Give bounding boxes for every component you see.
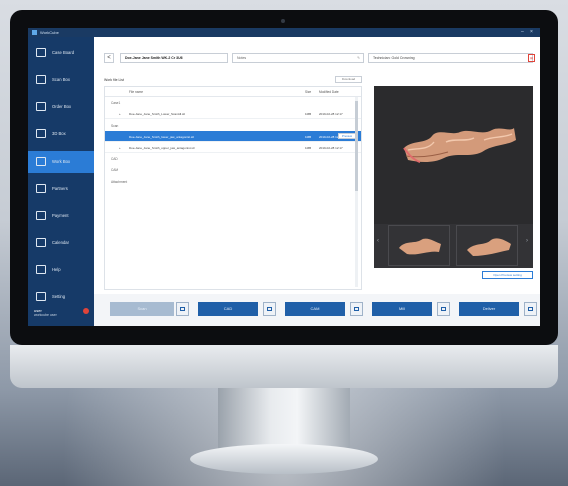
download-button[interactable]: Download [335,76,362,83]
file-size: 1MB [305,146,312,150]
sidebar-item-work-box[interactable]: Work Box [28,151,94,173]
file-name: Doe-Jane_Jane_Smith_Lower_ScanAll.stl [129,112,186,116]
thumbnail-lower[interactable] [456,225,518,266]
cam-button[interactable]: CAM [285,302,345,316]
grid-icon [36,48,46,57]
scanner-icon [36,75,46,84]
deliver-button[interactable]: Deliver [459,302,519,316]
jaw-thumbnail-image [467,238,511,256]
mill-button[interactable]: Mill [372,302,432,316]
sidebar-item-label: Help [52,267,61,272]
file-size: 1MB [305,135,312,139]
sidebar-item-label: Setting [52,294,66,299]
app-window: WorkCube – × Case Board Scan Box Order B… [28,28,540,326]
calendar-icon [36,238,46,247]
payment-icon [36,211,46,220]
help-icon [36,265,46,274]
order-icon [36,102,46,111]
sidebar-item-label: Partners [52,186,68,191]
group-label: Attachment [111,180,128,184]
scan-settings-icon[interactable] [176,302,189,316]
expand-icon[interactable]: + [119,146,121,150]
group-label: Case1 [111,101,121,105]
scan-button[interactable]: Scan [110,302,174,316]
table-row[interactable]: + Doe-Jane_Jane_Smith_Lower_ScanAll.stl … [105,108,361,119]
group-label: CAM [111,168,119,172]
column-name[interactable]: File name [129,90,143,94]
file-list-title: Work file List [104,78,124,82]
sidebar-item-calendar[interactable]: Calendar [28,232,94,254]
user-info[interactable]: user workcube user [34,308,57,317]
file-name: Doe-Jane_Jane_Smith_lower_jaw_antagonist… [129,135,194,139]
monitor-chin [10,345,558,388]
scrollbar-thumb[interactable] [355,101,358,191]
file-name: Doe-Jane_Jane_Smith_upper_jaw_antagonist… [129,146,195,150]
sidebar-item-label: Case Board [52,50,75,55]
settings-icon [36,292,46,301]
pdf-icon[interactable]: ▤ [528,54,535,62]
mill-settings-icon[interactable] [437,302,450,316]
sidebar-item-3d-box[interactable]: 3D Box [28,123,94,145]
close-icon[interactable]: × [530,28,533,37]
back-button[interactable]: < [104,53,114,63]
scrollbar[interactable] [355,97,358,287]
monitor-stand [218,388,350,450]
table-row-selected[interactable]: Doe-Jane_Jane_Smith_lower_jaw_antagonist… [105,131,361,142]
sidebar-item-label: Order Box [52,104,72,109]
case-title: Doe-Jane Jane Smith WK-2 Cr 3U6 [120,53,228,63]
cad-settings-icon[interactable] [263,302,276,316]
column-size[interactable]: Size [305,90,311,94]
open-preview-button[interactable]: Open Preview setting [482,271,533,279]
cam-settings-icon[interactable] [350,302,363,316]
sidebar-item-help[interactable]: Help [28,259,94,281]
preview-button[interactable]: Preview [338,133,356,139]
sidebar-item-payment[interactable]: Payment [28,205,94,227]
sidebar-item-label: 3D Box [52,131,66,136]
sidebar-item-label: Calendar [52,240,69,245]
arrow-left-icon[interactable]: ‹ [377,238,379,244]
minimize-icon[interactable]: – [521,28,524,37]
app-title: WorkCube [40,30,59,35]
workbox-icon [36,157,46,166]
file-size: 1MB [305,112,312,116]
edit-icon: ✎ [357,56,360,60]
table-row[interactable]: + Doe-Jane_Jane_Smith_upper_jaw_antagoni… [105,142,361,153]
group-label: CAD [111,157,118,161]
sidebar-item-order-box[interactable]: Order Box [28,96,94,118]
sidebar-item-partners[interactable]: Partners [28,178,94,200]
notes-field[interactable]: Notes ✎ [232,53,364,63]
sidebar: Case Board Scan Box Order Box 3D Box Wor… [28,37,94,326]
monitor-base [190,444,378,474]
sidebar-item-setting[interactable]: Setting [28,286,94,308]
partners-icon [36,184,46,193]
file-list-header: File name Size Modified Date [105,87,361,97]
app-logo-icon [32,30,37,35]
deliver-settings-icon[interactable] [524,302,537,316]
user-subtitle: workcube user [34,313,57,317]
sidebar-item-scan-box[interactable]: Scan Box [28,69,94,91]
column-modified[interactable]: Modified Date [319,90,339,94]
monitor-icon [36,129,46,138]
title-bar: WorkCube – × [28,28,540,37]
webcam [281,19,285,23]
notes-placeholder: Notes [237,56,247,60]
expand-icon[interactable]: + [119,112,121,116]
thumbnail-upper[interactable] [388,225,450,266]
group-label: Scan [111,124,119,128]
file-date: 2019-02-28 12:17 [319,146,343,150]
file-date: 2019-02-28 12:17 [319,112,343,116]
arrow-right-icon[interactable]: › [526,238,528,244]
sidebar-item-label: Payment [52,213,69,218]
sidebar-item-label: Scan Box [52,77,70,82]
sidebar-item-case-board[interactable]: Case Board [28,42,94,64]
file-list-panel: File name Size Modified Date Case1 + Doe… [104,86,362,290]
sidebar-item-label: Work Box [52,159,71,164]
cad-button[interactable]: CAD [198,302,258,316]
notification-badge[interactable] [83,308,89,314]
jaw-thumbnail-image [399,238,441,255]
technician-field: Technician: Gold Crowning [368,53,533,63]
